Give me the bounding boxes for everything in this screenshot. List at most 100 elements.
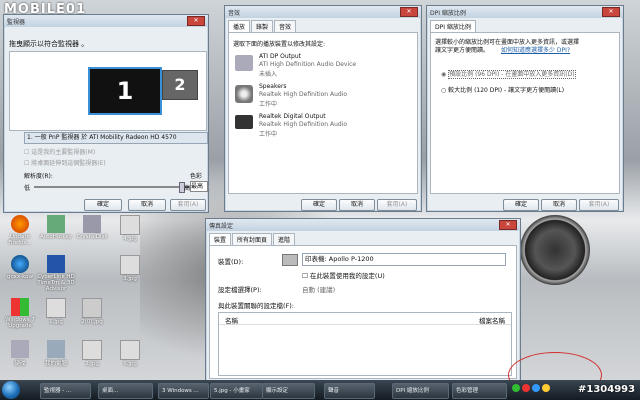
- fax-titlebar: 傳真設定 ✕: [206, 219, 520, 231]
- ok-button[interactable]: 確定: [301, 199, 337, 211]
- desktop-icon[interactable]: CyberLink HD TimeTrn & 3D Advisor: [36, 255, 76, 292]
- dpi-option-default-label: 預設比例 (96 DPI) - 在畫面中放入更多資訊(D): [448, 70, 576, 79]
- hdmi-device-icon: [235, 55, 253, 71]
- device-name: Speakers: [259, 83, 287, 90]
- cancel-button[interactable]: 取消: [128, 199, 166, 211]
- associated-profiles-label: 與此裝置關聯的設定檔(F):: [218, 302, 295, 310]
- dpi-titlebar: DPI 縮放比例 ✕: [427, 6, 623, 18]
- desktop-icon[interactable]: 2.jpg: [72, 340, 112, 367]
- list-item[interactable]: Realtek Digital Output Realtek High Defi…: [233, 111, 413, 141]
- taskbar-item[interactable]: 監視器 - ...: [40, 383, 91, 399]
- device-status: 工作中: [259, 131, 278, 138]
- tab-playback[interactable]: 播放: [228, 20, 251, 32]
- primary-monitor-checkbox[interactable]: ☐ 這是我的主要監視器(M): [24, 147, 95, 156]
- list-item[interactable]: ATI DP Output ATI High Definition Audio …: [233, 51, 413, 81]
- tab-sounds[interactable]: 音效: [274, 20, 297, 32]
- close-button[interactable]: ✕: [400, 7, 418, 17]
- extend-desktop-checkbox[interactable]: ☐ 將桌面延伸到這個監視器(E): [24, 158, 106, 167]
- desktop-icon[interactable]: 6.jpg: [110, 340, 150, 367]
- tray-icon[interactable]: [542, 384, 550, 392]
- sound-tabs: 播放 錄製 音效: [225, 18, 421, 32]
- desktop-icon[interactable]: Windows 7 Upgrade: [0, 298, 40, 329]
- apply-button[interactable]: 套用(A): [579, 199, 619, 211]
- color-select[interactable]: 最高: [190, 181, 208, 192]
- tray-icon[interactable]: [512, 384, 520, 392]
- use-my-settings-checkbox[interactable]: ☐ 在此裝置使用我的設定(U): [302, 270, 385, 280]
- image-file-icon: [46, 298, 66, 318]
- start-button[interactable]: [2, 381, 20, 399]
- desktop-icon[interactable]: AutoHotkey: [36, 215, 76, 240]
- image-file-icon: [120, 215, 140, 235]
- dpi-help-link[interactable]: 如何知道應選擇多少 DPI?: [501, 45, 570, 54]
- taskbar-item[interactable]: DPI 縮放比例: [392, 383, 449, 399]
- computer-icon: [47, 340, 65, 358]
- tab-dpi[interactable]: DPI 縮放比例: [430, 20, 476, 32]
- monitor-2[interactable]: 2: [162, 70, 198, 100]
- dpi-option-large-label: 較大比例 (120 DPI) - 讓文字更方便閱讀(L): [448, 87, 565, 94]
- desktop-icon-label: 6.jpg: [123, 361, 137, 367]
- desktop-icon[interactable]: 4.jpg: [110, 215, 150, 242]
- tab-device[interactable]: 裝置: [209, 233, 232, 245]
- tab-cover-pages[interactable]: 所有封面頁: [232, 233, 273, 245]
- tab-advanced[interactable]: 進階: [273, 233, 296, 245]
- disk-icon: [83, 215, 101, 233]
- list-item[interactable]: Speakers Realtek High Definition Audio 工…: [233, 81, 413, 111]
- desktop-icon[interactable]: Update Firefox...: [0, 215, 40, 246]
- apply-button[interactable]: 套用(A): [377, 199, 417, 211]
- desktop-icon[interactable]: 硬碟: [0, 340, 40, 367]
- desktop-icon-label: 3.jpg: [123, 276, 137, 282]
- fax-settings-window: 傳真設定 ✕ 裝置 所有封面頁 進階 裝置(D): 印表機: Apollo P-…: [205, 218, 521, 385]
- dpi-panel: 選擇較小的縮放比例可在畫面中放入更多資訊，或選擇 讓文字更方便閱讀。 如何知道應…: [430, 32, 620, 194]
- device-status: 未插入: [259, 71, 278, 78]
- monitor-select[interactable]: 1. 一般 PnP 監視器 於 ATI Mobility Radeon HD 4…: [24, 132, 208, 144]
- desktop-icon[interactable]: 1.jpg: [36, 298, 76, 325]
- cancel-button[interactable]: 取消: [339, 199, 375, 211]
- desktop-icon[interactable]: 我的電腦: [36, 340, 76, 367]
- dpi-option-large[interactable]: ○ 較大比例 (120 DPI) - 讓文字更方便閱讀(L): [441, 85, 564, 94]
- dpi-desc-2: 讓文字更方便閱讀。: [435, 47, 490, 54]
- profile-value: 自動 (建議): [302, 286, 336, 294]
- desktop-icon[interactable]: 2(0).jpg: [72, 298, 112, 325]
- device-select[interactable]: 印表機: Apollo P-1200: [302, 253, 506, 266]
- close-button[interactable]: ✕: [602, 7, 620, 17]
- column-name[interactable]: 名稱: [225, 315, 238, 325]
- tab-recording[interactable]: 錄製: [251, 20, 274, 32]
- desktop-icon-label: Update Firefox...: [8, 234, 32, 246]
- cancel-button[interactable]: 取消: [541, 199, 577, 211]
- apply-button[interactable]: 套用(A): [170, 199, 206, 211]
- taskbar-item[interactable]: 聲音: [324, 383, 375, 399]
- desktop-icon-label: Windows 7 Upgrade: [5, 317, 35, 329]
- desktop-icon-label: 1.jpg: [49, 319, 63, 325]
- taskbar-item[interactable]: 桌面...: [98, 383, 153, 399]
- ok-button[interactable]: 確定: [84, 199, 122, 211]
- image-file-icon: [120, 255, 140, 275]
- tray-icon[interactable]: [522, 384, 530, 392]
- use-my-settings-label: 在此裝置使用我的設定(U): [309, 272, 385, 280]
- window-title: DPI 縮放比例: [430, 9, 466, 17]
- device-sub: Realtek High Definition Audio: [259, 121, 348, 128]
- column-filename[interactable]: 檔案名稱: [479, 315, 505, 325]
- monitor-1[interactable]: 1: [88, 67, 162, 115]
- desktop-icon[interactable]: goxx-kow: [0, 255, 40, 280]
- desktop-icon[interactable]: CrystalDisk: [72, 215, 112, 240]
- desktop-icon[interactable]: 3.jpg: [110, 255, 150, 282]
- resolution-slider[interactable]: [34, 182, 209, 193]
- fax-tabs: 裝置 所有封面頁 進階: [206, 231, 520, 245]
- ok-button[interactable]: 確定: [503, 199, 539, 211]
- taskbar-item[interactable]: 顯示設定: [262, 383, 315, 399]
- printer-icon: [282, 254, 298, 266]
- dpi-option-default[interactable]: ◉ 預設比例 (96 DPI) - 在畫面中放入更多資訊(D): [441, 69, 576, 79]
- taskbar-item[interactable]: 3 Windows ...: [158, 383, 209, 399]
- image-file-icon: [120, 340, 140, 360]
- tray-icon[interactable]: [532, 384, 540, 392]
- device-name: ATI DP Output: [259, 53, 301, 60]
- device-name: Realtek Digital Output: [259, 113, 326, 120]
- app-icon: [11, 255, 29, 273]
- taskbar-item[interactable]: 色彩管理: [452, 383, 507, 399]
- desktop-icon-label: goxx-kow: [6, 274, 34, 280]
- taskbar-item[interactable]: 5.jpg - 小畫家: [210, 383, 263, 399]
- close-button[interactable]: ✕: [499, 220, 517, 230]
- image-file-icon: [82, 340, 102, 360]
- close-button[interactable]: ✕: [187, 16, 205, 26]
- app-icon: [47, 215, 65, 233]
